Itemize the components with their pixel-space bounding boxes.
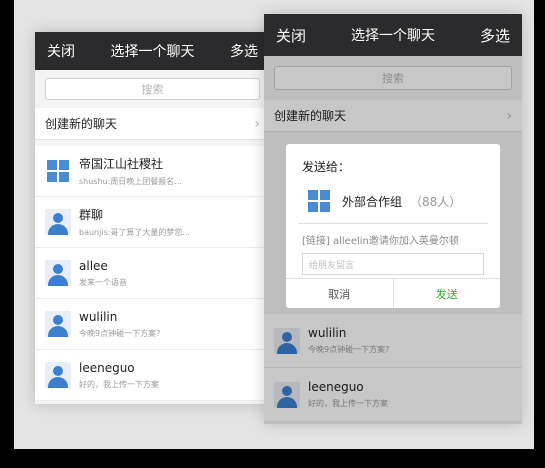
close-button[interactable]: 关闭 — [276, 25, 306, 46]
chat-preview: 今晚9点钟碰一下方案? — [79, 328, 161, 338]
list-item[interactable]: wulilin 今晚9点钟碰一下方案? — [35, 299, 270, 350]
dialog-target: 外部合作组 （88人） — [286, 175, 500, 217]
person-icon — [45, 362, 71, 388]
list-item[interactable]: 帝国江山社稷社 shushu:周日晚上团餐报名... — [35, 146, 270, 197]
person-icon — [45, 209, 71, 235]
left-screen: 关闭 选择一个聊天 多选 搜索 创建新的聊天 › 帝国江山社稷社 shushu:… — [35, 32, 270, 404]
create-new-chat-row[interactable]: 创建新的聊天 › — [35, 108, 270, 140]
list-item[interactable]: 群聊 baunjis:哥了算了大量的梦您... — [35, 197, 270, 248]
shared-link-message: [链接] alleelin邀请你加入英曼尔顿 — [302, 236, 459, 247]
chat-preview: 好的，我上传一下方案 — [79, 379, 159, 389]
chat-name: wulilin — [79, 309, 118, 324]
multi-select-button[interactable]: 多选 — [230, 41, 258, 61]
top-bar: 关闭 选择一个聊天 多选 — [35, 32, 270, 70]
chat-name: allee — [79, 258, 108, 273]
page-title: 选择一个聊天 — [110, 44, 195, 60]
message-placeholder: 给朋友留言 — [309, 260, 355, 271]
chat-name: 群聊 — [79, 208, 104, 222]
person-icon — [45, 311, 71, 337]
cancel-button[interactable]: 取消 — [286, 279, 394, 308]
chevron-right-icon: › — [254, 115, 260, 132]
search-placeholder: 搜索 — [141, 83, 164, 96]
create-new-chat-label: 创建新的聊天 — [45, 117, 118, 131]
message-input[interactable]: 给朋友留言 — [302, 253, 484, 275]
chat-preview: 发来一个语音 — [79, 277, 127, 287]
page-title: 选择一个聊天 — [351, 28, 435, 44]
chat-list: 帝国江山社稷社 shushu:周日晚上团餐报名... 群聊 baunjis:哥了… — [35, 146, 270, 401]
person-icon — [45, 260, 71, 286]
dialog-title: 发送给： — [302, 160, 351, 174]
target-name: 外部合作组 — [342, 194, 403, 209]
top-bar: 关闭 选择一个聊天 多选 — [264, 14, 522, 56]
group-grid-icon — [45, 158, 71, 184]
multi-select-button[interactable]: 多选 — [480, 25, 510, 46]
send-to-dialog: 发送给： 外部合作组 （88人） [链接] alleelin邀请你加入英曼尔顿 … — [286, 144, 500, 308]
search-input[interactable]: 搜索 — [45, 78, 260, 100]
chat-preview: baunjis:哥了算了大量的梦您... — [79, 228, 191, 237]
right-screen: 关闭 选择一个聊天 多选 搜索 创建新的聊天 › wulilin 今晚9点钟碰一… — [264, 14, 522, 424]
list-item[interactable]: leeneguo 好的，我上传一下方案 — [35, 350, 270, 401]
target-count: （88人） — [410, 194, 462, 209]
send-button[interactable]: 发送 — [394, 279, 501, 308]
dialog-buttons: 取消 发送 — [286, 278, 500, 308]
list-item[interactable]: allee 发来一个语音 — [35, 248, 270, 299]
chat-name: 帝国江山社稷社 — [79, 157, 164, 171]
chat-name: leeneguo — [79, 360, 135, 375]
chat-preview: shushu:周日晚上团餐报名... — [79, 177, 182, 186]
group-grid-icon — [306, 188, 332, 214]
close-button[interactable]: 关闭 — [47, 41, 75, 61]
